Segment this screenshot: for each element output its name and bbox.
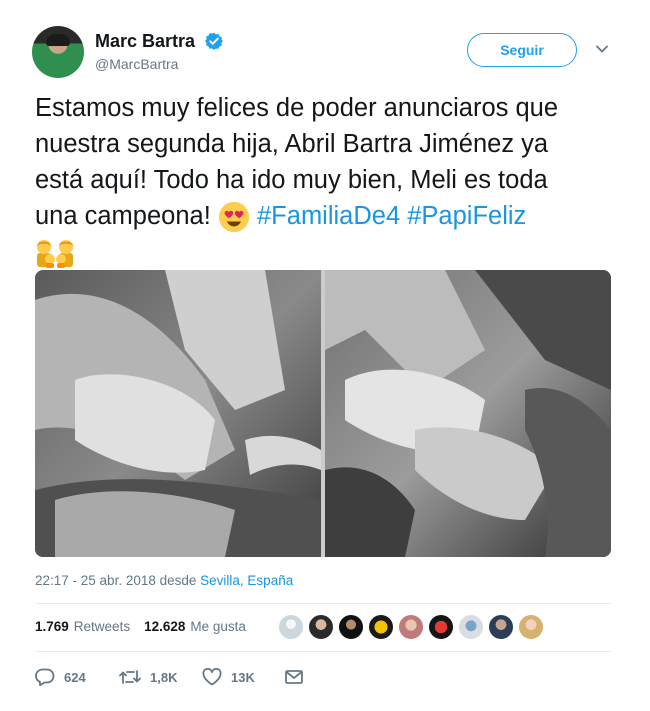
liker-avatar[interactable]	[398, 614, 424, 640]
liker-avatar[interactable]	[308, 614, 334, 640]
verified-badge-icon	[205, 32, 223, 50]
tweet-text-line: Estamos muy felices de poder anunciaros …	[35, 94, 559, 122]
tweet-text-line: está aquí! Todo ha ido muy bien, Meli es…	[35, 166, 548, 194]
photo-baby-hand-bracelet[interactable]	[35, 270, 321, 557]
hashtag-link[interactable]: #FamiliaDe4	[257, 202, 400, 230]
liker-avatar[interactable]	[428, 614, 454, 640]
like-button[interactable]: 13K	[202, 666, 255, 688]
user-handle[interactable]: @MarcBartra	[95, 56, 178, 72]
tweet-text-line: nuestra segunda hija, Abril Bartra Jimén…	[35, 130, 549, 158]
location-link[interactable]: Sevilla, España	[200, 573, 293, 588]
photo-baby-foot-hands[interactable]	[325, 270, 611, 557]
hashtag-link[interactable]: #PapiFeliz	[407, 202, 526, 230]
tweet-media[interactable]	[35, 270, 611, 557]
liker-avatar[interactable]	[458, 614, 484, 640]
retweet-count: 1,8K	[150, 669, 178, 685]
heart-eyes-emoji-icon	[218, 202, 250, 233]
reply-count: 624	[64, 669, 86, 685]
divider	[35, 603, 611, 604]
likes-stat[interactable]: 12.628 Me gusta	[144, 619, 246, 634]
avatar[interactable]	[32, 26, 84, 78]
likes-count: 12.628	[144, 619, 186, 634]
liker-avatar[interactable]	[278, 614, 304, 640]
liker-avatar[interactable]	[338, 614, 364, 640]
liker-avatar[interactable]	[368, 614, 394, 640]
family-emoji-icon	[37, 240, 73, 269]
retweets-count: 1.769	[35, 619, 69, 634]
tweet-text-line: una campeona!	[35, 202, 211, 230]
tweet-text: Estamos muy felices de poder anunciaros …	[35, 90, 625, 270]
retweets-stat[interactable]: 1.769 Retweets	[35, 619, 130, 634]
liker-avatar[interactable]	[518, 614, 544, 640]
likes-label: Me gusta	[190, 619, 246, 634]
reply-icon	[35, 668, 55, 686]
divider	[35, 651, 611, 652]
retweets-label: Retweets	[73, 619, 131, 634]
direct-message-button[interactable]	[285, 666, 312, 688]
chevron-down-icon[interactable]	[595, 42, 609, 56]
retweet-button[interactable]: 1,8K	[119, 666, 177, 688]
follow-button[interactable]: Seguir	[467, 33, 577, 67]
timestamp-text[interactable]: 22:17 - 25 abr. 2018 desde	[35, 573, 196, 588]
tweet-timestamp: 22:17 - 25 abr. 2018 desde Sevilla, Espa…	[35, 573, 293, 588]
reply-button[interactable]: 624	[35, 666, 86, 688]
tweet-stats: 1.769 Retweets 12.628 Me gusta	[35, 619, 246, 634]
direct-message-icon	[285, 670, 303, 684]
user-name[interactable]: Marc Bartra	[95, 31, 195, 52]
tweet-header: Marc Bartra @MarcBartra Seguir	[32, 26, 622, 78]
like-count: 13K	[231, 669, 255, 685]
liker-avatar[interactable]	[488, 614, 514, 640]
tweet-actions: 624 1,8K 13K	[35, 666, 435, 690]
like-icon	[202, 668, 222, 686]
retweet-icon	[119, 670, 141, 684]
